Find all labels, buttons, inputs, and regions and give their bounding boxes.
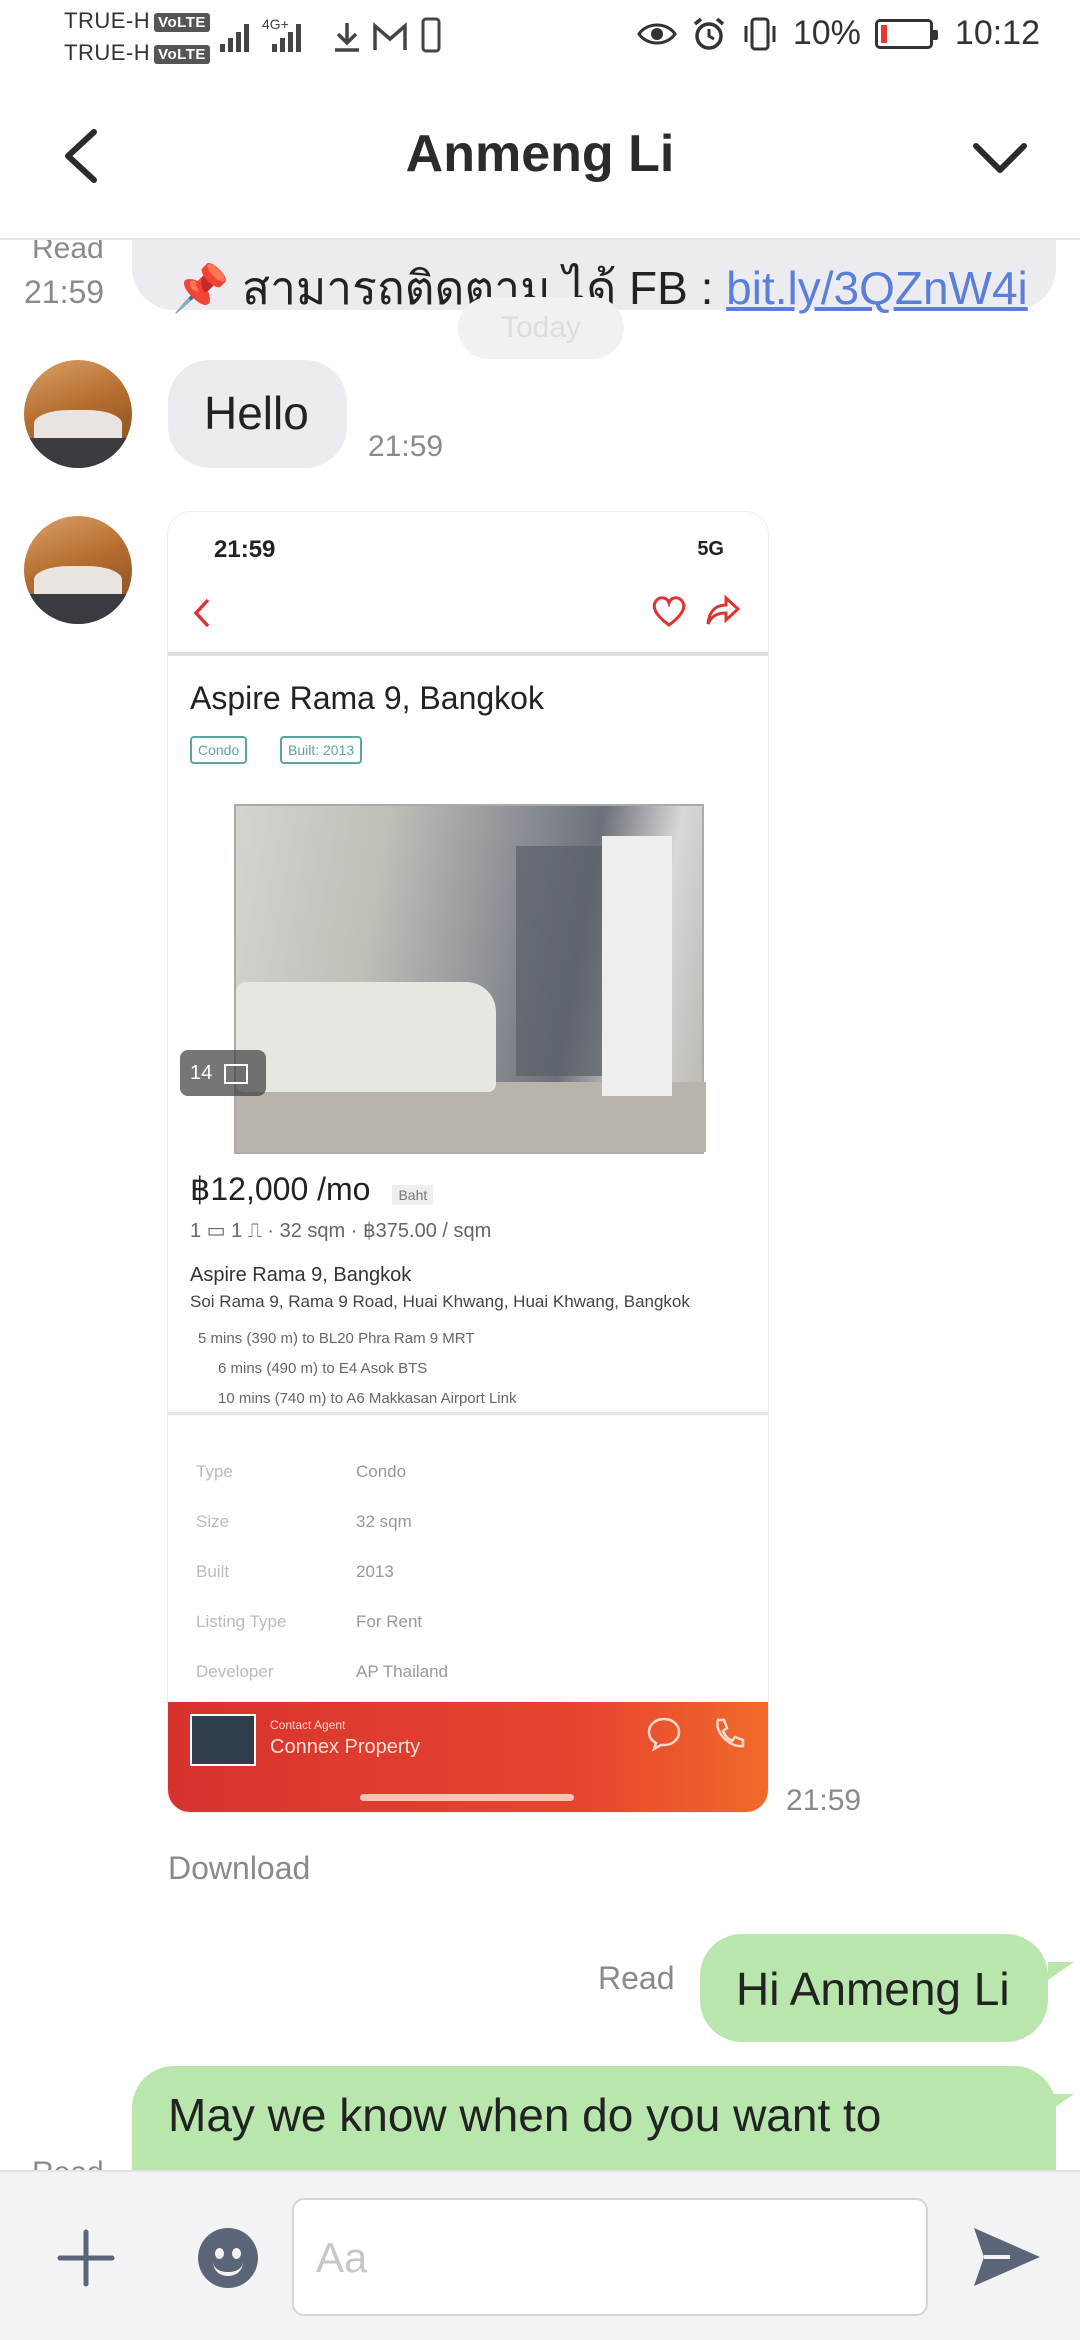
status-bar: TRUE-H VoLTE TRUE-H VoLTE 4G+ 10% 10:12 [0,0,1080,80]
battery-percent: 10% [792,14,861,52]
avatar[interactable] [24,360,132,468]
shot-detail-row: Developer AP Thailand [196,1662,756,1682]
shot-address-title: Aspire Rama 9, Bangkok [190,1264,412,1286]
phone-icon [421,17,441,53]
shot-detail-row: Built 2013 [196,1562,756,1582]
volte-badge: VoLTE [154,44,210,64]
signal-icon-2 [272,18,301,52]
shot-nearby-1: 5 mins (390 m) to BL20 Phra Ram 9 MRT [198,1330,475,1347]
shot-detail-value: Condo [356,1462,407,1481]
message-time: 21:59 [368,430,444,463]
image-message[interactable]: 21:59 5G Aspire Rama 9, Bangkok Condo Bu… [168,512,768,1812]
alarm-icon [693,17,724,50]
message-link[interactable]: bit.ly/3QZnW4i [726,262,1028,314]
shot-divider [168,1412,768,1415]
message-bubble-outgoing[interactable]: Hi Anmeng Li [700,1934,1048,2042]
composer [0,2170,1080,2340]
shot-back-icon [193,598,210,628]
shot-chip-built: Built: 2013 [280,736,363,764]
shot-agent-name: Connex Property [270,1736,421,1758]
status-right: 10% 10:12 [637,14,1040,53]
message-text: May we know when do you want to [168,2089,882,2141]
shot-divider [168,652,768,656]
eye-icon [637,23,677,44]
shot-detail-value: For Rent [356,1612,423,1631]
shot-price: ฿12,000 /mo Baht [190,1170,434,1208]
shot-property-title: Aspire Rama 9, Bangkok [190,680,544,716]
chat-title: Anmeng Li [405,125,675,183]
shot-address: Soi Rama 9, Rama 9 Road, Huai Khwang, Hu… [190,1292,690,1311]
shot-photo-count-value: 14 [190,1062,213,1084]
shot-nearby-2: 6 mins (490 m) to E4 Asok BTS [218,1360,428,1377]
carrier-2-label: TRUE-H [64,40,151,65]
shot-detail-row: Listing Type For Rent [196,1612,756,1632]
shot-property-photo [234,804,706,1154]
shot-price-value: ฿12,000 /mo [190,1171,371,1207]
shot-detail-value: AP Thailand [356,1662,448,1681]
shot-status-net: 5G [697,538,724,560]
add-icon[interactable] [56,2228,116,2288]
shot-detail-key: Type [196,1462,233,1481]
shot-detail-key: Built [196,1562,230,1581]
read-label: Read [32,2156,104,2170]
chevron-down-icon[interactable] [970,134,1030,184]
message-list[interactable]: Read 21:59 📌 สามารถติดตาม ได้ FB : bit.l… [0,240,1080,2170]
download-icon [335,23,359,52]
gmail-icon [373,22,407,50]
emoji-icon[interactable] [198,2228,258,2288]
shot-heart-icon [652,596,686,627]
carrier-1: TRUE-H VoLTE [64,8,210,34]
shot-contact-bar: Contact Agent Connex Property [168,1702,768,1812]
message-input[interactable] [316,2226,906,2290]
date-divider: Today [458,297,624,359]
chat-header: Anmeng Li [0,80,1080,240]
read-label: Read [32,240,104,265]
carrier-1-label: TRUE-H [64,8,151,33]
shot-price-tag: Baht [392,1185,434,1205]
shot-chip-type: Condo [190,736,248,764]
clock: 10:12 [954,14,1040,52]
shot-agent-logo [190,1714,256,1766]
avatar[interactable] [24,516,132,624]
volte-badge: VoLTE [154,12,210,32]
bubble-tail [1048,1962,1074,1980]
message-bubble[interactable]: Hello [168,360,347,468]
download-link[interactable]: Download [168,1850,310,1887]
shot-home-indicator [360,1794,574,1801]
read-label: Read [598,1960,675,1996]
message-input-box[interactable] [292,2198,928,2316]
send-icon[interactable] [970,2222,1044,2292]
shot-detail-row: Size 32 sqm [196,1512,756,1532]
shot-detail-key: Developer [196,1662,274,1681]
message-text: Hi Anmeng Li [736,1963,1010,2015]
message-bubble-outgoing[interactable]: May we know when do you want to [132,2066,1056,2170]
shot-detail-value: 32 sqm [356,1512,412,1531]
shot-photo-count: 14 [180,1050,266,1096]
message-time: 21:59 [24,274,105,310]
message-text: Hello [204,387,309,439]
battery-icon [874,18,938,49]
shot-agent-label: Contact Agent [270,1718,346,1732]
shot-detail-value: 2013 [356,1562,394,1581]
shot-detail-key: Size [196,1512,230,1531]
shot-chat-icon [647,1717,681,1752]
message-time: 21:59 [786,1784,862,1817]
signal-icon [220,18,249,52]
shot-nearby-3: 10 mins (740 m) to A6 Makkasan Airport L… [218,1390,517,1407]
bubble-tail [1048,2094,1074,2112]
shot-status-time: 21:59 [214,536,276,563]
vibrate-icon [744,17,776,50]
message-text: 📌 สามารถติดตาม ได้ FB : [172,262,727,314]
carrier-2: TRUE-H VoLTE [64,40,210,66]
shot-specs: 1 ▭ 1 ⎍ · 32 sqm · ฿375.00 / sqm [190,1220,492,1242]
shot-detail-key: Listing Type [196,1612,287,1631]
shot-share-icon [706,594,741,625]
shot-call-icon [716,1718,745,1748]
shot-detail-row: Type Condo [196,1462,756,1482]
